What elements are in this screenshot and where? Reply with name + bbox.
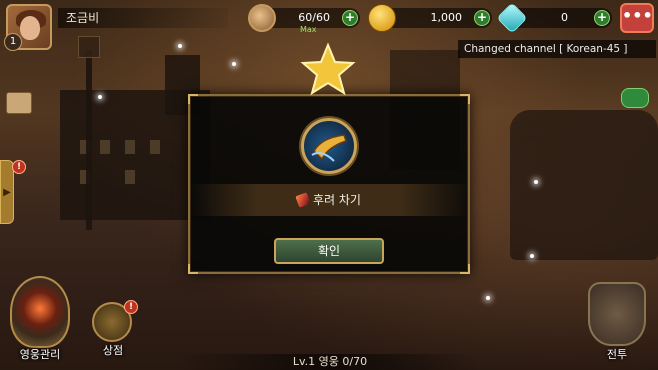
add-gold-button[interactable]: + — [474, 10, 490, 26]
gem-value: 0 — [561, 11, 568, 24]
skill-name-text: 후려 차기 — [313, 193, 361, 207]
add-gem-button[interactable]: + — [594, 10, 610, 26]
stamina-icon — [248, 4, 276, 32]
sparkle — [530, 254, 534, 258]
gold-coin-icon — [368, 4, 396, 32]
sparkle — [178, 44, 182, 48]
dialog-corner — [188, 94, 198, 104]
hero-count-label: Lv.1 영웅 0/70 — [180, 354, 480, 370]
shop-label: 상점 — [102, 344, 124, 357]
dialog-corner — [188, 264, 198, 274]
channel-notice: Changed channel [ Korean-45 ] — [458, 40, 656, 58]
sparkle — [232, 62, 236, 66]
gem-counter: 0 + — [496, 2, 612, 34]
skill-name-label: 후려 차기 — [188, 184, 470, 216]
hero-management-button[interactable]: 영웅관리 — [4, 276, 76, 370]
skill-boot-icon — [311, 134, 347, 162]
helmet-icon — [10, 276, 70, 348]
gold-counter: 1,000 + — [368, 4, 492, 32]
battle-button[interactable]: 전투 — [576, 278, 658, 370]
star-icon — [300, 42, 356, 96]
crossed-swords-shield-icon — [588, 282, 646, 346]
main-menu-button[interactable]: ••• — [620, 3, 654, 33]
sparkle — [486, 296, 490, 300]
hero-management-label: 영웅관리 — [19, 348, 61, 361]
stamina-max-label: Max — [300, 25, 317, 34]
dialog-corner — [460, 264, 470, 274]
portrait-face — [20, 16, 40, 40]
gold-value: 1,000 — [430, 11, 463, 24]
shop-alert-badge: ! — [124, 300, 138, 314]
skill-mini-icon — [295, 192, 311, 208]
player-name: 조금비 — [58, 8, 228, 28]
sparkle — [98, 95, 102, 99]
skill-kick-icon — [301, 118, 357, 174]
player-level-badge: 1 — [4, 33, 22, 51]
dialog-corner — [460, 94, 470, 104]
confirm-button[interactable]: 확인 — [274, 238, 384, 264]
battle-label: 전투 — [606, 348, 628, 361]
add-stamina-button[interactable]: + — [342, 10, 358, 26]
sparkle — [534, 180, 538, 184]
gamepad-icon[interactable] — [621, 88, 649, 108]
quest-scroll-icon[interactable] — [6, 92, 32, 114]
side-alert-badge: ! — [12, 160, 26, 174]
